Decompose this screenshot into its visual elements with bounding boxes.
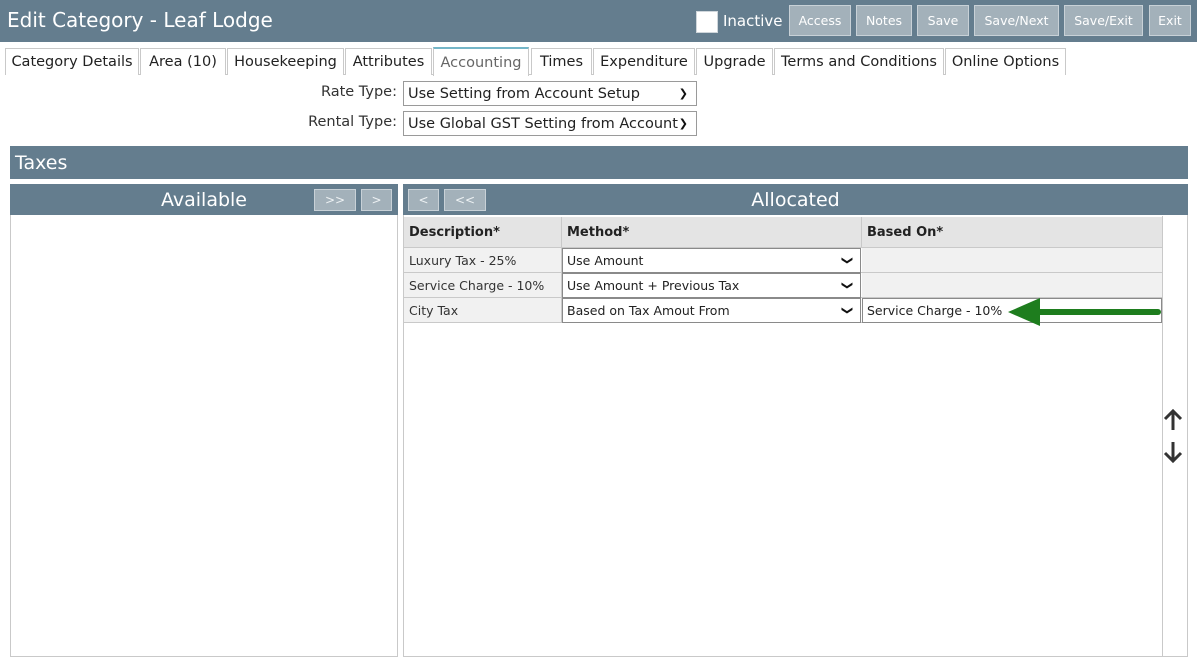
grid-header: Description* Method* Based On*	[404, 217, 1162, 248]
tab-terms-and-conditions[interactable]: Terms and Conditions	[774, 48, 944, 75]
access-button[interactable]: Access	[789, 5, 851, 36]
available-title: Available	[160, 188, 247, 211]
table-row[interactable]: Luxury Tax - 25% Use Amount ❯	[404, 248, 1162, 273]
taxes-section-header: Taxes	[10, 146, 1188, 179]
based-on-cell	[862, 273, 1162, 297]
rental-type-value: Use Global GST Setting from Account	[408, 115, 678, 132]
move-all-left-button[interactable]: <<	[444, 189, 486, 211]
chevron-down-icon: ❯	[678, 87, 688, 100]
taxes-title: Taxes	[15, 151, 68, 174]
notes-button[interactable]: Notes	[856, 5, 912, 36]
allocated-header: Allocated	[403, 184, 1188, 215]
tab-attributes[interactable]: Attributes	[345, 48, 432, 75]
column-based-on: Based On*	[867, 225, 944, 240]
method-value: Use Amount	[567, 253, 644, 268]
row-description: Service Charge - 10%	[404, 273, 562, 297]
chevron-down-icon: ❯	[840, 305, 854, 316]
chevron-down-icon: ❯	[840, 255, 854, 266]
tab-accounting[interactable]: Accounting	[433, 47, 529, 76]
title-bar: Edit Category - Leaf Lodge Inactive Acce…	[0, 0, 1197, 42]
rate-type-select[interactable]: Use Setting from Account Setup ❯	[403, 81, 697, 106]
page-title: Edit Category - Leaf Lodge	[7, 8, 273, 32]
method-select[interactable]: Use Amount ❯	[562, 248, 861, 273]
arrow-up-icon[interactable]	[1162, 408, 1184, 432]
tab-expenditure[interactable]: Expenditure	[593, 48, 695, 75]
chevron-down-icon: ❯	[678, 117, 688, 130]
move-left-button[interactable]: <	[408, 189, 439, 211]
method-value: Based on Tax Amout From	[567, 303, 730, 318]
method-select[interactable]: Based on Tax Amout From ❯	[562, 298, 861, 323]
tab-housekeeping[interactable]: Housekeeping	[227, 48, 344, 75]
rental-type-label: Rental Type:	[308, 114, 397, 130]
row-description: City Tax	[404, 298, 562, 322]
tab-times[interactable]: Times	[531, 48, 592, 75]
method-value: Use Amount + Previous Tax	[567, 278, 740, 293]
save-exit-button[interactable]: Save/Exit	[1064, 5, 1143, 36]
rate-type-label: Rate Type:	[320, 84, 397, 100]
available-panel	[10, 184, 398, 657]
tab-area[interactable]: Area (10)	[140, 48, 226, 75]
save-next-button[interactable]: Save/Next	[974, 5, 1059, 36]
move-right-button[interactable]: >	[361, 189, 392, 211]
row-description: Luxury Tax - 25%	[404, 248, 562, 272]
column-method: Method*	[562, 217, 862, 248]
rental-type-select[interactable]: Use Global GST Setting from Account ❯	[403, 111, 697, 136]
inactive-checkbox[interactable]	[696, 11, 718, 33]
based-on-cell	[862, 248, 1162, 272]
tab-category-details[interactable]: Category Details	[5, 48, 139, 75]
inactive-label: Inactive	[723, 12, 783, 30]
arrow-down-icon[interactable]	[1162, 440, 1184, 464]
exit-button[interactable]: Exit	[1149, 5, 1191, 36]
move-all-right-button[interactable]: >>	[314, 189, 356, 211]
tab-upgrade[interactable]: Upgrade	[696, 48, 773, 75]
table-row[interactable]: Service Charge - 10% Use Amount + Previo…	[404, 273, 1162, 298]
rate-type-value: Use Setting from Account Setup	[408, 85, 640, 102]
green-arrow-icon	[1008, 298, 1161, 326]
chevron-down-icon: ❯	[840, 280, 854, 291]
column-description: Description*	[404, 217, 562, 248]
save-button[interactable]: Save	[917, 5, 969, 36]
allocated-title: Allocated	[751, 188, 840, 211]
method-select[interactable]: Use Amount + Previous Tax ❯	[562, 273, 861, 298]
tab-online-options[interactable]: Online Options	[945, 48, 1066, 75]
